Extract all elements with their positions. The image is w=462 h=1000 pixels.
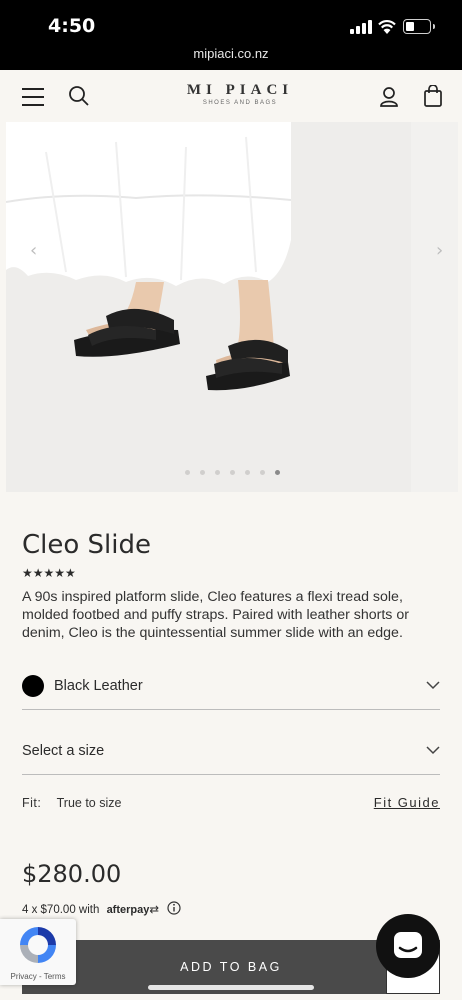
home-indicator bbox=[148, 985, 314, 990]
fit-value: True to size bbox=[56, 796, 122, 810]
color-select[interactable]: Black Leather bbox=[22, 668, 440, 710]
product-image-gallery[interactable]: ‹ › bbox=[6, 122, 458, 492]
battery-icon bbox=[403, 19, 435, 34]
bag-icon[interactable] bbox=[423, 85, 443, 107]
recaptcha-links[interactable]: Privacy - Terms bbox=[0, 972, 76, 981]
recaptcha-badge[interactable]: Privacy - Terms bbox=[0, 919, 76, 985]
next-slide-arrow[interactable]: › bbox=[436, 240, 443, 261]
gallery-pagination bbox=[6, 470, 458, 475]
afterpay-arrows-icon: ⇄ bbox=[149, 904, 159, 916]
fit-label: Fit: bbox=[22, 796, 42, 810]
chevron-down-icon bbox=[426, 681, 440, 690]
chat-icon bbox=[394, 932, 422, 958]
fit-info: Fit: True to size bbox=[22, 796, 121, 810]
afterpay-text: 4 x $70.00 with bbox=[22, 904, 100, 916]
info-icon[interactable] bbox=[167, 901, 181, 915]
search-icon[interactable] bbox=[68, 85, 90, 107]
product-title: Cleo Slide bbox=[22, 530, 151, 560]
afterpay-info: 4 x $70.00 with afterpay⇄ bbox=[22, 902, 159, 916]
brand-logo[interactable]: MI PIACI SHOES AND BAGS bbox=[165, 82, 315, 106]
gallery-dot[interactable] bbox=[229, 470, 235, 475]
recaptcha-icon bbox=[20, 927, 56, 963]
product-photo bbox=[6, 122, 458, 492]
product-price: $280.00 bbox=[22, 860, 122, 888]
account-icon[interactable] bbox=[379, 86, 399, 108]
status-bar: 4:50 mipiaci.co.nz bbox=[0, 0, 462, 70]
gallery-dot[interactable] bbox=[184, 470, 190, 475]
color-swatch bbox=[22, 675, 44, 697]
size-select[interactable]: Select a size bbox=[22, 733, 440, 775]
afterpay-logo: afterpay bbox=[106, 904, 150, 916]
brand-tagline: SHOES AND BAGS bbox=[202, 100, 278, 106]
gallery-dot[interactable] bbox=[274, 470, 280, 475]
hamburger-icon[interactable] bbox=[22, 88, 44, 106]
brand-name: MI PIACI bbox=[186, 82, 294, 98]
gallery-dot[interactable] bbox=[214, 470, 220, 475]
gallery-dot[interactable] bbox=[199, 470, 205, 475]
prev-slide-arrow[interactable]: ‹ bbox=[30, 240, 37, 261]
wifi-icon bbox=[378, 20, 396, 34]
gallery-dot[interactable] bbox=[244, 470, 250, 475]
address-bar[interactable]: mipiaci.co.nz bbox=[0, 46, 462, 61]
chevron-down-icon bbox=[426, 746, 440, 755]
site-header: MI PIACI SHOES AND BAGS bbox=[0, 70, 462, 122]
fit-guide-link[interactable]: Fit Guide bbox=[374, 795, 440, 810]
color-select-value: Black Leather bbox=[54, 678, 143, 694]
cellular-signal-icon bbox=[350, 20, 372, 34]
status-time: 4:50 bbox=[48, 15, 96, 37]
product-description: A 90s inspired platform slide, Cleo feat… bbox=[22, 589, 409, 641]
size-select-placeholder: Select a size bbox=[22, 743, 105, 759]
gallery-dot[interactable] bbox=[259, 470, 265, 475]
rating-stars[interactable]: ★★★★★ bbox=[22, 566, 76, 580]
chat-button[interactable] bbox=[376, 914, 440, 978]
